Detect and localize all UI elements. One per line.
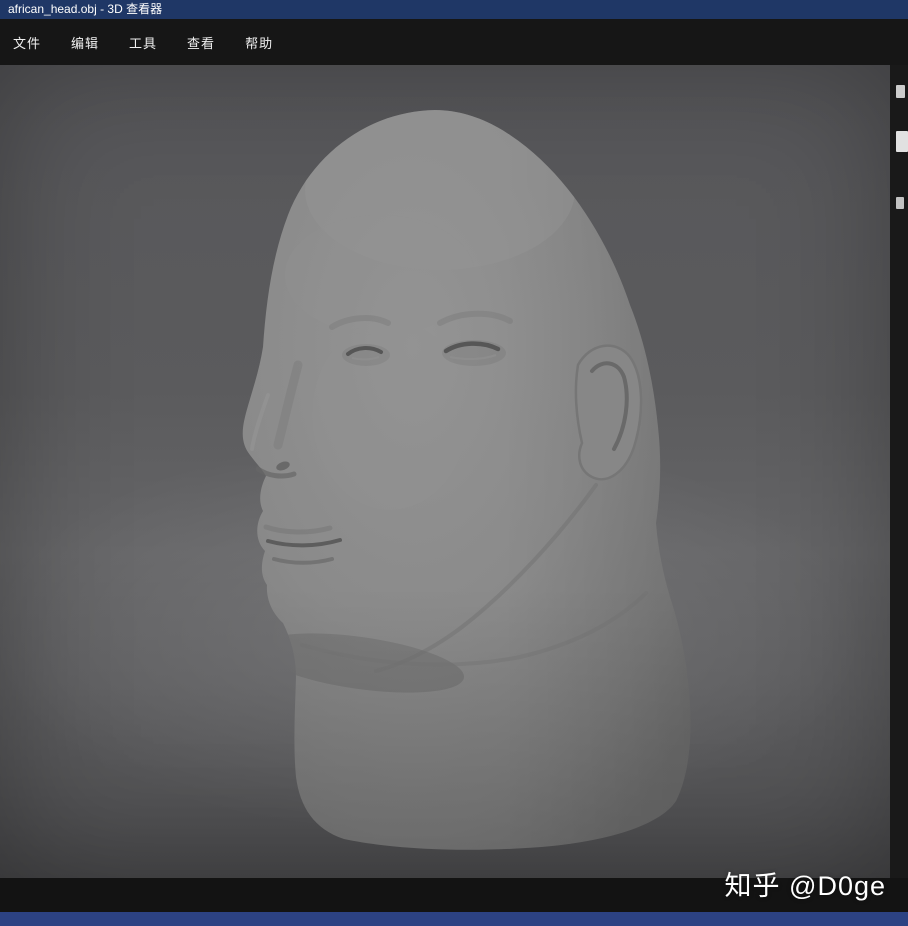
menu-item-file[interactable]: 文件	[13, 33, 41, 52]
menu-item-view[interactable]: 查看	[187, 33, 215, 52]
menu-item-tools[interactable]: 工具	[129, 33, 157, 52]
taskbar-edge-strip	[0, 912, 908, 926]
clipped-panel-glyph	[896, 131, 908, 152]
title-bar[interactable]: african_head.obj - 3D 查看器	[0, 0, 908, 19]
menu-bar: 文件 编辑 工具 查看 帮助	[0, 19, 908, 65]
model-shading	[0, 65, 890, 878]
window-title: african_head.obj - 3D 查看器	[8, 2, 162, 16]
menu-item-help[interactable]: 帮助	[245, 33, 273, 52]
3d-viewport[interactable]	[0, 65, 890, 878]
head-model[interactable]	[0, 65, 890, 878]
clipped-panel-glyph	[896, 197, 904, 209]
right-panel-clipped	[890, 65, 908, 878]
clipped-panel-glyph	[896, 85, 905, 98]
menu-item-edit[interactable]: 编辑	[71, 33, 99, 52]
watermark: 知乎 @D0ge	[725, 864, 886, 903]
